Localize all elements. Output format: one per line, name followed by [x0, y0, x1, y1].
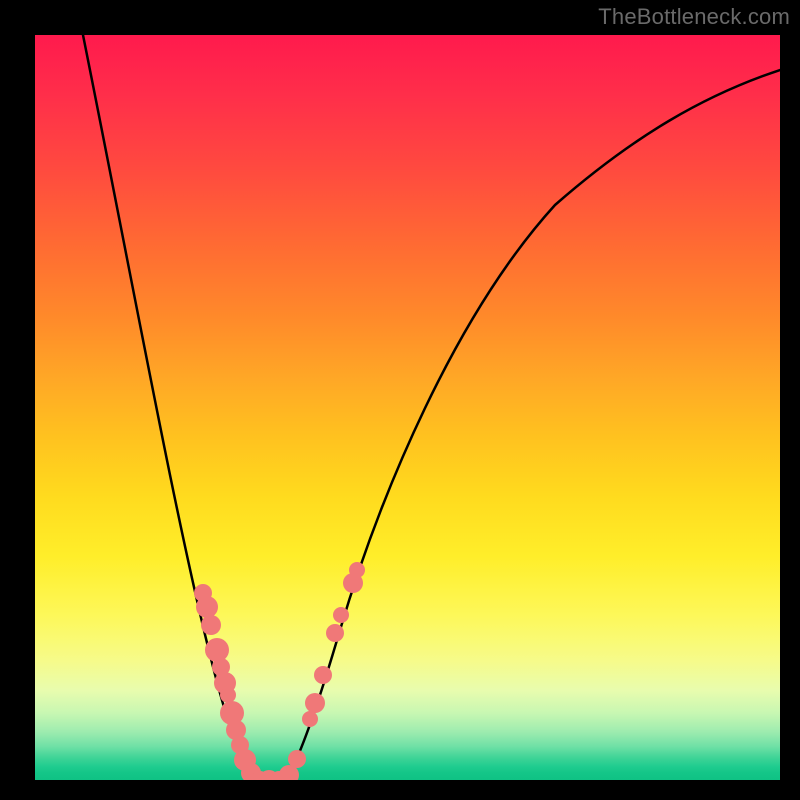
curve-svg — [35, 35, 780, 780]
data-marker — [314, 666, 332, 684]
data-marker — [326, 624, 344, 642]
chart-frame: TheBottleneck.com — [0, 0, 800, 800]
data-marker — [201, 615, 221, 635]
watermark-text: TheBottleneck.com — [598, 4, 790, 30]
plot-area — [35, 35, 780, 780]
bottleneck-curve — [83, 35, 780, 780]
data-marker — [288, 750, 306, 768]
data-marker — [305, 693, 325, 713]
data-marker — [333, 607, 349, 623]
data-marker — [349, 562, 365, 578]
data-marker — [302, 711, 318, 727]
